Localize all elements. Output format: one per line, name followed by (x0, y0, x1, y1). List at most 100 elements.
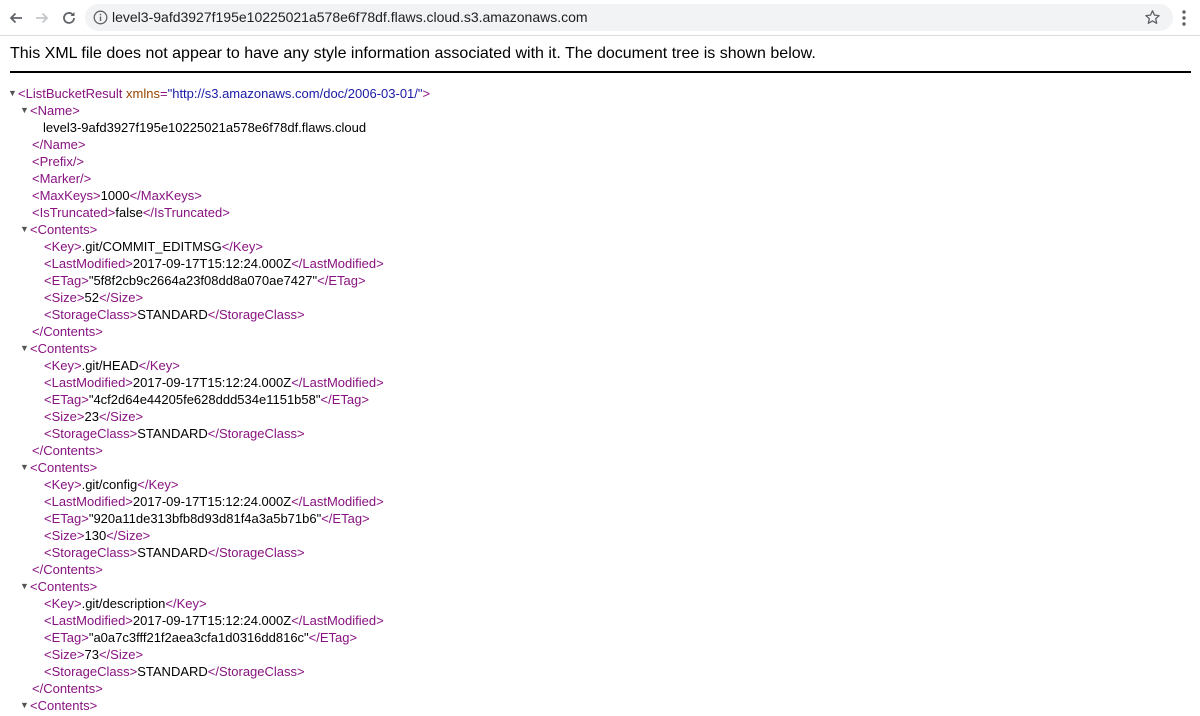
xml-tag: <Key> (44, 239, 82, 254)
xml-tag: </StorageClass> (207, 664, 305, 679)
xml-text: 2017-09-17T15:12:24.000Z (132, 375, 292, 390)
xml-tag: <Marker/> (32, 171, 92, 186)
notice-divider (10, 71, 1191, 73)
forward-arrow-icon[interactable] (32, 8, 52, 28)
xml-text: false (115, 205, 143, 220)
xml-key-line: <Key>.git/description</Key> (44, 595, 207, 612)
xml-tag: </ETag> (320, 392, 369, 407)
xml-text: STANDARD (137, 307, 208, 322)
xml-contents-open-line: ▼<Contents> (20, 459, 97, 476)
xml-storageclass-line: <StorageClass>STANDARD</StorageClass> (44, 425, 305, 442)
collapse-toggle-icon[interactable]: ▼ (20, 697, 30, 714)
xml-tag: </Size> (106, 528, 151, 543)
xml-tag: <Size> (44, 647, 85, 662)
xml-tag: </ETag> (317, 273, 366, 288)
xml-tag: </Size> (98, 647, 144, 662)
xml-text: .git/description (81, 596, 166, 611)
xml-tag: <Size> (44, 528, 85, 543)
xml-text: 2017-09-17T15:12:24.000Z (132, 256, 292, 271)
xml-tag: <StorageClass> (44, 426, 138, 441)
xml-contents-close-line: </Contents> (32, 680, 103, 697)
xml-tag: <StorageClass> (44, 545, 138, 560)
xml-etag-line: <ETag>"a0a7c3fff21f2aea3cfa1d0316dd816c"… (44, 629, 357, 646)
xml-maxkeys-line: <MaxKeys>1000</MaxKeys> (32, 188, 202, 203)
xml-lastmodified-line: <LastModified>2017-09-17T15:12:24.000Z</… (44, 612, 384, 629)
xml-tag: <Size> (44, 290, 85, 305)
xml-tag: <LastModified> (44, 375, 133, 390)
xml-tag: <Contents> (30, 222, 98, 237)
xml-contents-open-line: ▼<Contents> (20, 221, 97, 238)
xml-storageclass-line: <StorageClass>STANDARD</StorageClass> (44, 663, 305, 680)
xml-tag: <LastModified> (44, 613, 133, 628)
xml-tag: </LastModified> (291, 613, 384, 628)
xml-tag: <Key> (44, 358, 82, 373)
info-icon[interactable] (93, 10, 108, 25)
xml-text: 73 (84, 647, 99, 662)
xml-text: STANDARD (137, 545, 208, 560)
xml-text: .git/config (81, 477, 138, 492)
collapse-toggle-icon[interactable]: ▼ (20, 578, 30, 595)
xml-etag-line: <ETag>"4cf2d64e44205fe628ddd534e1151b58"… (44, 391, 369, 408)
xml-tag: <ETag> (44, 273, 89, 288)
xml-tag: <Contents> (30, 698, 98, 713)
xml-tag: </StorageClass> (207, 426, 305, 441)
xml-lastmodified-line: <LastModified>2017-09-17T15:12:24.000Z</… (44, 374, 384, 391)
xml-tag: <Contents> (30, 579, 98, 594)
collapse-toggle-icon[interactable]: ▼ (20, 102, 30, 119)
xml-tag: </LastModified> (291, 375, 384, 390)
xml-tag: </ETag> (308, 630, 358, 645)
xml-tag: <Key> (44, 477, 82, 492)
xml-tag: </StorageClass> (207, 307, 305, 322)
xml-tag: </Key> (221, 239, 263, 254)
xml-text: "5f8f2cb9c2664a23f08dd8a070ae7427" (88, 273, 318, 288)
xml-tag: </Key> (165, 596, 207, 611)
xml-text: "920a11de313bfb8d93d81f4a3a5b71b6" (88, 511, 322, 526)
xml-text: 2017-09-17T15:12:24.000Z (132, 494, 292, 509)
collapse-toggle-icon[interactable]: ▼ (20, 221, 30, 238)
xml-text: "4cf2d64e44205fe628ddd534e1151b58" (88, 392, 321, 407)
xml-tag: </LastModified> (291, 494, 384, 509)
xml-tag: </Key> (138, 358, 180, 373)
xml-size-line: <Size>130</Size> (44, 527, 150, 544)
xml-text: STANDARD (137, 426, 208, 441)
xml-tag: <Contents> (30, 341, 98, 356)
address-bar[interactable]: level3-9afd3927f195e10225021a578e6f78df.… (85, 4, 1173, 31)
xml-tag: <ETag> (44, 511, 89, 526)
xml-tag: </StorageClass> (207, 545, 305, 560)
xml-tag: <LastModified> (44, 494, 133, 509)
xml-prefix-line: <Prefix/> (32, 153, 84, 170)
collapse-toggle-icon[interactable]: ▼ (20, 340, 30, 357)
xml-lastmodified-line: <LastModified>2017-09-17T15:12:24.000Z</… (44, 255, 384, 272)
xml-name-value: level3-9afd3927f195e10225021a578e6f78df.… (43, 119, 366, 136)
xml-contents-open-line: ▼<Contents> (20, 340, 97, 357)
reload-icon[interactable] (59, 8, 79, 28)
collapse-toggle-icon[interactable]: ▼ (8, 85, 18, 102)
star-icon[interactable] (1144, 9, 1161, 26)
xml-style-notice: This XML file does not appear to have an… (10, 45, 816, 62)
xml-key-line: <Key>.git/config</Key> (44, 476, 178, 493)
xml-text: 130 (84, 528, 107, 543)
xml-text: "a0a7c3fff21f2aea3cfa1d0316dd816c" (88, 630, 309, 645)
xml-storageclass-line: <StorageClass>STANDARD</StorageClass> (44, 544, 305, 561)
xml-storageclass-line: <StorageClass>STANDARD</StorageClass> (44, 306, 305, 323)
xml-tag: </Contents> (32, 681, 103, 696)
back-arrow-icon[interactable] (6, 8, 26, 28)
xml-tag: </Key> (137, 477, 179, 492)
xml-tag: </ETag> (321, 511, 370, 526)
xml-tag: </Contents> (32, 562, 103, 577)
xml-tag: </Contents> (32, 443, 103, 458)
xml-tag: </LastModified> (291, 256, 384, 271)
collapse-toggle-icon[interactable]: ▼ (20, 459, 30, 476)
xml-tag: <LastModified> (44, 256, 133, 271)
address-bar-url[interactable]: level3-9afd3927f195e10225021a578e6f78df.… (112, 9, 588, 25)
xml-contents-open-line: ▼<Contents> (20, 697, 97, 714)
xml-tag: <ETag> (44, 392, 89, 407)
xml-marker-line: <Marker/> (32, 170, 91, 187)
xml-tag: <Contents> (30, 460, 98, 475)
xml-root-line: ▼<ListBucketResult xmlns="http://s3.amaz… (8, 85, 431, 102)
kebab-menu-icon[interactable] (1176, 8, 1192, 28)
xml-tag: </Size> (98, 290, 144, 305)
browser-toolbar: level3-9afd3927f195e10225021a578e6f78df.… (0, 0, 1200, 36)
xml-text: .git/HEAD (81, 358, 139, 373)
xml-tag: <ETag> (44, 630, 89, 645)
